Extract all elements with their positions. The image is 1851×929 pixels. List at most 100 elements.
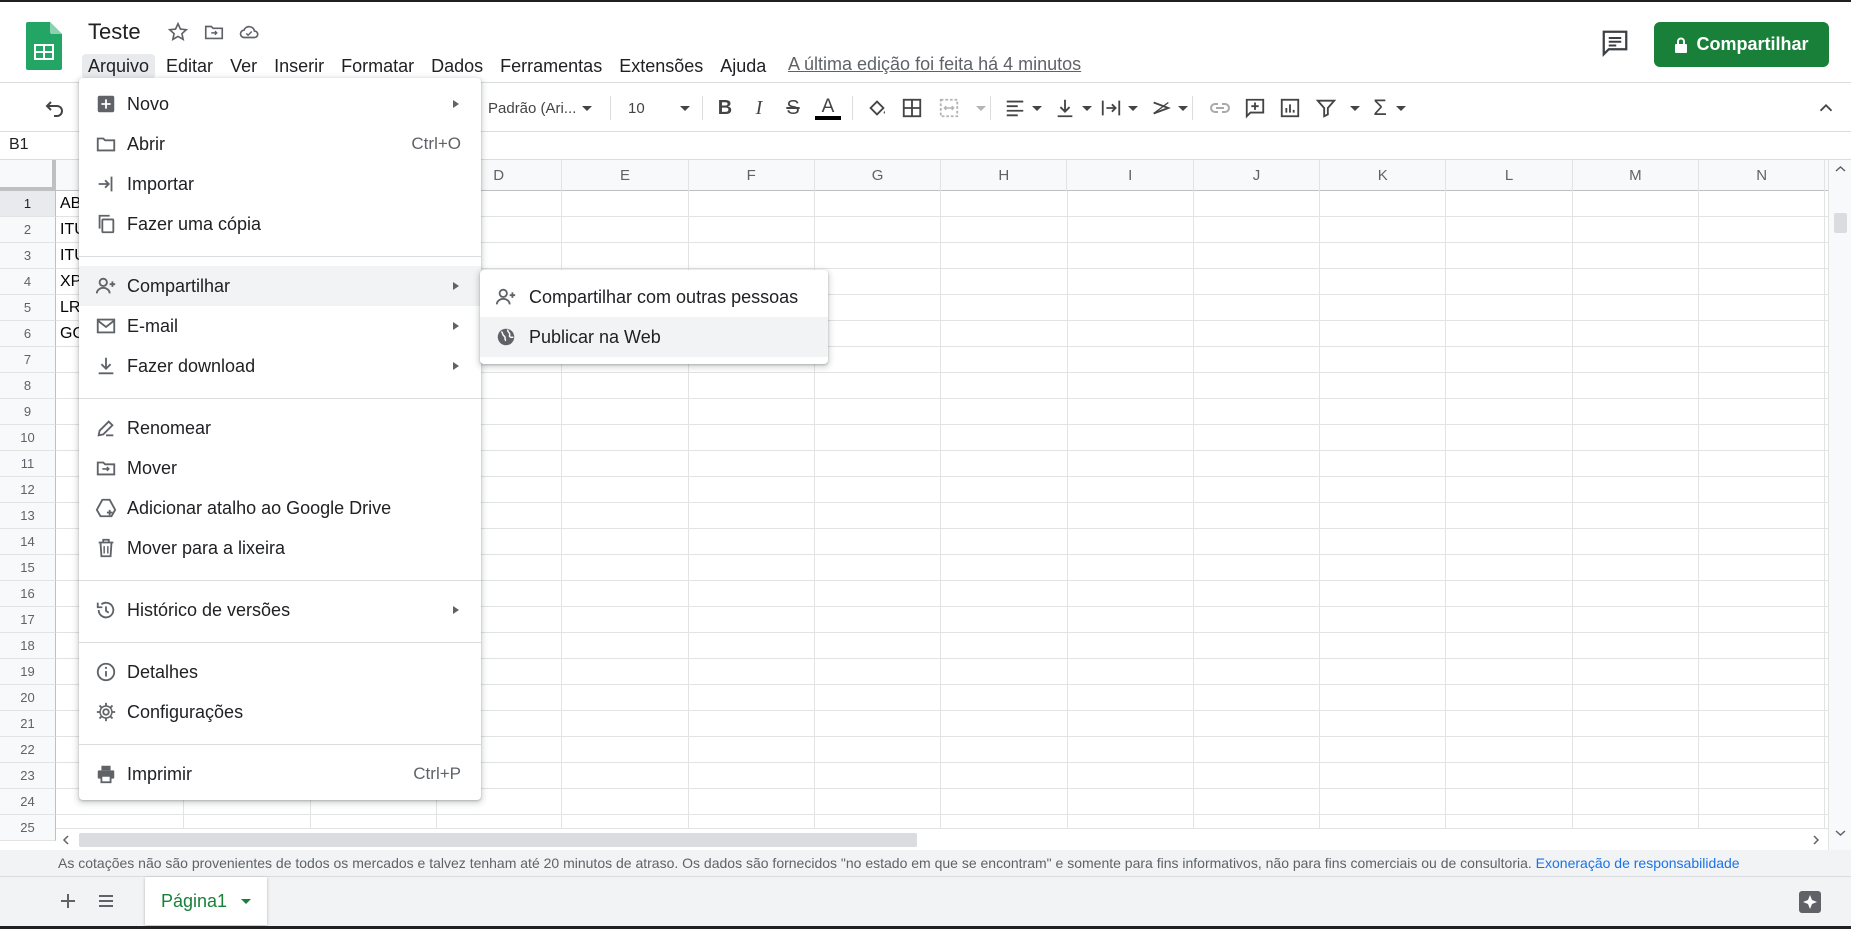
row-header[interactable]: 2 xyxy=(0,217,56,243)
menu-item-renomear[interactable]: Renomear xyxy=(79,408,481,448)
row-header[interactable]: 3 xyxy=(0,243,56,269)
column-header-f[interactable]: F xyxy=(689,160,815,191)
row-header[interactable]: 7 xyxy=(0,347,56,373)
bold-icon[interactable]: B xyxy=(714,95,736,121)
undo-icon[interactable] xyxy=(42,95,66,121)
row-header[interactable]: 6 xyxy=(0,321,56,347)
column-header-l[interactable]: L xyxy=(1446,160,1573,191)
row-header[interactable]: 19 xyxy=(0,659,56,685)
row-header[interactable]: 11 xyxy=(0,451,56,477)
row-header[interactable]: 14 xyxy=(0,529,56,555)
menu-ver[interactable]: Ver xyxy=(224,54,263,79)
font-size-select[interactable]: 10 xyxy=(628,95,690,121)
row-header[interactable]: 8 xyxy=(0,373,56,399)
menu-extensoes[interactable]: Extensões xyxy=(613,54,709,79)
filter-icon[interactable] xyxy=(1315,95,1337,121)
chevron-down-icon[interactable] xyxy=(1178,106,1188,111)
menu-formatar[interactable]: Formatar xyxy=(335,54,420,79)
menu-item-configuracoes[interactable]: Configurações xyxy=(79,692,481,732)
column-header-h[interactable]: H xyxy=(941,160,1068,191)
row-header[interactable]: 9 xyxy=(0,399,56,425)
last-edit-link[interactable]: A última edição foi feita há 4 minutos xyxy=(788,54,1081,75)
sheets-logo-icon[interactable] xyxy=(26,22,62,70)
row-header[interactable]: 10 xyxy=(0,425,56,451)
share-button[interactable]: Compartilhar xyxy=(1654,22,1829,67)
menu-item-detalhes[interactable]: Detalhes xyxy=(79,652,481,692)
row-header[interactable]: 5 xyxy=(0,295,56,321)
cell-value[interactable]: LR xyxy=(60,299,80,317)
menu-item-novo[interactable]: Novo xyxy=(79,84,481,124)
chevron-down-icon[interactable] xyxy=(1396,106,1406,111)
menu-ajuda[interactable]: Ajuda xyxy=(714,54,772,79)
menu-ferramentas[interactable]: Ferramentas xyxy=(494,54,608,79)
submenu-item-publish-web[interactable]: Publicar na Web xyxy=(480,317,828,357)
column-header-g[interactable]: G xyxy=(815,160,942,191)
menu-item-importar[interactable]: Importar xyxy=(79,164,481,204)
comment-history-icon[interactable] xyxy=(1600,28,1630,58)
menu-item-lixeira[interactable]: Mover para a lixeira xyxy=(79,528,481,568)
menu-item-historico[interactable]: Histórico de versões xyxy=(79,590,481,630)
chevron-down-icon[interactable] xyxy=(1350,106,1360,111)
menu-item-copia[interactable]: Fazer uma cópia xyxy=(79,204,481,244)
row-header[interactable]: 17 xyxy=(0,607,56,633)
vertical-scroll-thumb[interactable] xyxy=(1834,213,1847,233)
select-all-corner[interactable] xyxy=(0,160,56,191)
row-header[interactable]: 1 xyxy=(0,191,56,217)
chevron-down-icon[interactable] xyxy=(976,106,986,111)
row-header[interactable]: 13 xyxy=(0,503,56,529)
row-header[interactable]: 4 xyxy=(0,269,56,295)
row-header[interactable]: 25 xyxy=(0,815,56,841)
insert-link-icon[interactable] xyxy=(1208,95,1232,121)
menu-inserir[interactable]: Inserir xyxy=(268,54,330,79)
align-horizontal-icon[interactable] xyxy=(1004,95,1026,121)
fill-color-icon[interactable] xyxy=(866,95,888,121)
vertical-scrollbar[interactable] xyxy=(1828,160,1851,850)
row-header[interactable]: 16 xyxy=(0,581,56,607)
borders-icon[interactable] xyxy=(901,95,923,121)
menu-item-imprimir[interactable]: Imprimir Ctrl+P xyxy=(79,754,481,794)
name-box[interactable]: B1 xyxy=(9,136,29,154)
row-header[interactable]: 22 xyxy=(0,737,56,763)
strikethrough-icon[interactable]: S xyxy=(782,95,804,121)
scroll-down-icon[interactable] xyxy=(1834,828,1847,838)
collapse-toolbar-icon[interactable] xyxy=(1815,95,1837,121)
document-title[interactable]: Teste xyxy=(88,19,141,45)
column-header-e[interactable]: E xyxy=(562,160,689,191)
column-header-k[interactable]: K xyxy=(1320,160,1447,191)
row-header[interactable]: 20 xyxy=(0,685,56,711)
row-header[interactable]: 15 xyxy=(0,555,56,581)
insert-chart-icon[interactable] xyxy=(1279,95,1301,121)
font-family-select[interactable]: Padrão (Ari... xyxy=(488,95,600,121)
column-header-n[interactable]: N xyxy=(1699,160,1826,191)
column-header-m[interactable]: M xyxy=(1573,160,1699,191)
text-color-icon[interactable]: A xyxy=(815,95,841,121)
menu-editar[interactable]: Editar xyxy=(160,54,219,79)
cloud-saved-icon[interactable] xyxy=(238,21,260,43)
row-header[interactable]: 18 xyxy=(0,633,56,659)
insert-comment-icon[interactable] xyxy=(1244,95,1266,121)
column-header-j[interactable]: J xyxy=(1194,160,1321,191)
disclaimer-link[interactable]: Exoneração de responsabilidade xyxy=(1536,855,1740,871)
menu-item-download[interactable]: Fazer download xyxy=(79,346,481,386)
italic-icon[interactable]: I xyxy=(748,95,770,121)
scroll-right-icon[interactable] xyxy=(1811,834,1821,846)
all-sheets-icon[interactable] xyxy=(96,891,116,911)
chevron-down-icon[interactable] xyxy=(1032,106,1042,111)
horizontal-scroll-thumb[interactable] xyxy=(79,833,917,847)
menu-item-abrir[interactable]: Abrir Ctrl+O xyxy=(79,124,481,164)
merge-cells-icon[interactable] xyxy=(938,95,960,121)
row-header[interactable]: 24 xyxy=(0,789,56,815)
text-rotation-icon[interactable] xyxy=(1150,95,1172,121)
star-icon[interactable] xyxy=(167,21,189,43)
row-header[interactable]: 12 xyxy=(0,477,56,503)
column-header-i[interactable]: I xyxy=(1068,160,1194,191)
functions-icon[interactable]: Σ xyxy=(1370,95,1390,121)
move-folder-icon[interactable] xyxy=(203,21,225,43)
sheet-tab-pagina1[interactable]: Página1 xyxy=(145,877,267,925)
add-sheet-icon[interactable] xyxy=(58,891,78,911)
chevron-down-icon[interactable] xyxy=(1128,106,1138,111)
menu-dados[interactable]: Dados xyxy=(425,54,489,79)
submenu-item-share-people[interactable]: Compartilhar com outras pessoas xyxy=(480,277,828,317)
chevron-down-icon[interactable] xyxy=(1082,106,1092,111)
horizontal-scrollbar[interactable] xyxy=(56,828,1828,850)
